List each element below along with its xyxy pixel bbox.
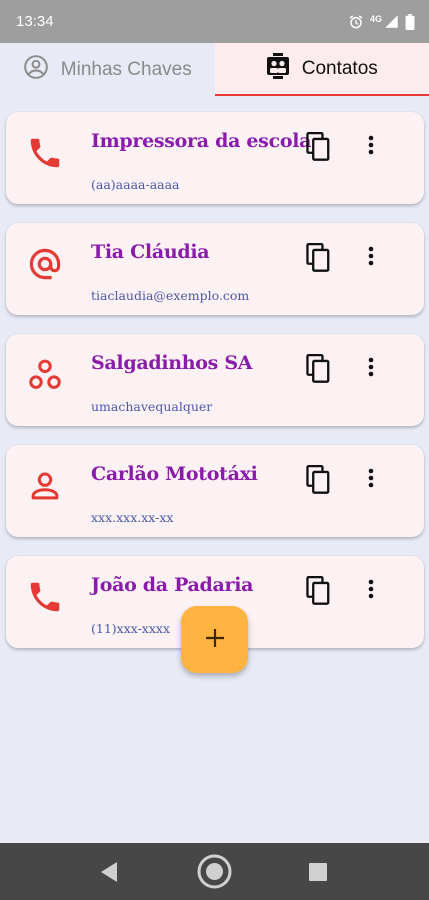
contact-card[interactable]: Salgadinhos SA umachavequalquer: [6, 334, 424, 426]
contact-key: (aa)aaaa-aaaa: [91, 177, 180, 192]
contact-key: umachavequalquer: [91, 399, 213, 414]
contact-card[interactable]: Impressora da escola (aa)aaaa-aaaa: [6, 112, 424, 204]
random-key-icon: [26, 356, 64, 394]
status-bar: 13:34 4G: [0, 0, 429, 43]
tab-minhas-chaves[interactable]: Minhas Chaves: [0, 43, 215, 96]
more-vert-icon[interactable]: [363, 132, 379, 160]
add-contact-button[interactable]: [181, 606, 248, 673]
battery-icon: [405, 13, 415, 30]
account-circle-icon: [23, 54, 49, 86]
copy-icon[interactable]: [305, 243, 333, 273]
contact-key: xxx.xxx.xx-xx: [91, 510, 174, 525]
alarm-icon: [348, 14, 364, 30]
phone-icon: [26, 134, 64, 172]
copy-icon[interactable]: [305, 354, 333, 384]
network-label: 4G: [369, 13, 382, 24]
tab-label: Minhas Chaves: [60, 58, 192, 80]
contact-name: Salgadinhos SA: [91, 352, 253, 374]
contact-name: João da Padaria: [91, 574, 254, 596]
contact-list: Impressora da escola (aa)aaaa-aaaa Tia C…: [6, 112, 424, 667]
contact-name: Carlão Mototáxi: [91, 463, 258, 485]
copy-icon[interactable]: [305, 132, 333, 162]
phone-icon: [26, 578, 64, 616]
tab-bar: Minhas Chaves Contatos: [0, 43, 429, 96]
more-vert-icon[interactable]: [363, 243, 379, 271]
contact-name: Tia Cláudia: [91, 241, 210, 263]
contact-key: (11)xxx-xxxx: [91, 621, 171, 636]
person-icon: [26, 467, 64, 505]
contact-card[interactable]: Carlão Mototáxi xxx.xxx.xx-xx: [6, 445, 424, 537]
recent-apps-icon[interactable]: [309, 863, 327, 885]
copy-icon[interactable]: [305, 465, 333, 495]
contacts-icon: [266, 52, 290, 85]
tab-label: Contatos: [301, 57, 378, 79]
more-vert-icon[interactable]: [363, 354, 379, 382]
status-icons: 4G: [348, 13, 415, 30]
more-vert-icon[interactable]: [363, 576, 379, 604]
more-vert-icon[interactable]: [363, 465, 379, 493]
contact-card[interactable]: Tia Cláudia tiaclaudia@exemplo.com: [6, 223, 424, 315]
signal-icon: [384, 14, 399, 29]
copy-icon[interactable]: [305, 576, 333, 606]
plus-icon: [204, 627, 226, 653]
tab-contatos[interactable]: Contatos: [214, 43, 429, 96]
home-icon[interactable]: [196, 853, 233, 894]
system-nav-bar: [0, 843, 429, 900]
contact-key: tiaclaudia@exemplo.com: [91, 288, 250, 303]
back-icon[interactable]: [99, 861, 119, 887]
at-sign-icon: [26, 245, 64, 283]
contact-name: Impressora da escola: [91, 130, 312, 152]
status-time: 13:34: [16, 13, 54, 30]
